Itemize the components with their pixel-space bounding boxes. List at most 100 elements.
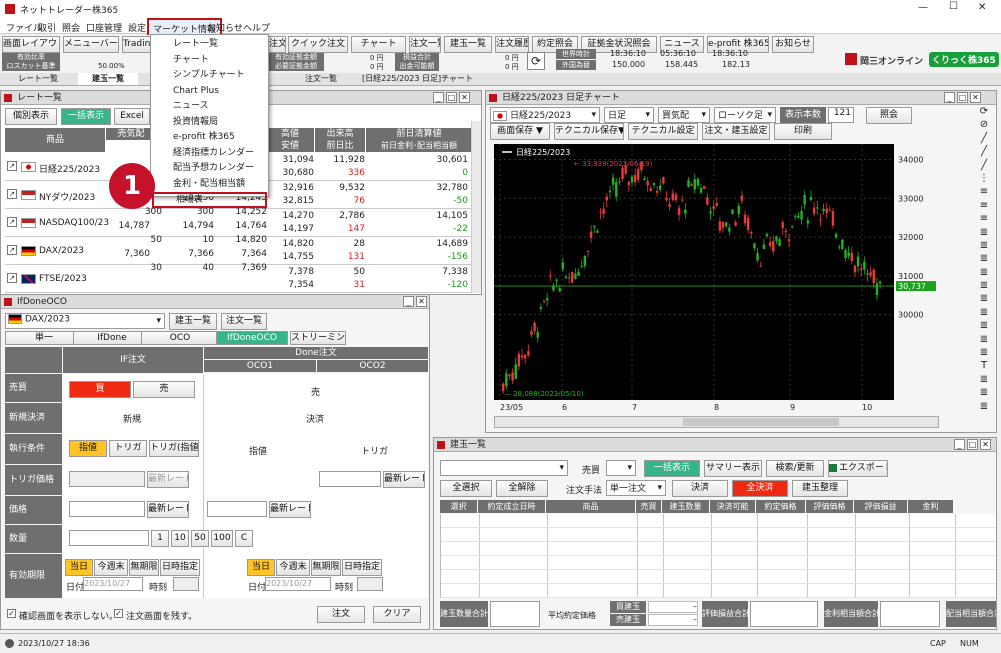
tb-order-list[interactable]: 注文一覧 [409,36,441,53]
pos-header-cell[interactable]: 評価価格 [806,500,853,513]
done-period-infinite[interactable]: 無期限 [311,559,341,576]
menu-market-table[interactable]: 相場表 [152,192,267,208]
pos-header-cell[interactable]: 売買 [636,500,661,513]
chart-scrollbar[interactable] [494,416,939,428]
tab-ifdoneoco[interactable]: IfDoneOCO [216,331,288,345]
fib-icon[interactable]: ≣ [974,333,994,346]
batch-view-button[interactable]: 一括表示 [61,108,111,125]
done-period-date[interactable]: 日時指定 [342,559,382,576]
period-select[interactable]: 日足 ▾ [604,107,654,123]
candle-select[interactable]: ローソク足 ▾ [714,107,776,123]
done-date-input[interactable]: 2023/10/27 [265,577,331,591]
menu-trade[interactable]: 取引 [38,21,56,34]
max-icon[interactable]: □ [967,439,978,450]
settle-button[interactable]: 決済 [672,480,728,497]
sell-toggle[interactable]: 売 [133,381,195,398]
tab-streaming[interactable]: ストリーミング [290,331,346,345]
product-filter-select[interactable]: ▾ [440,460,568,476]
save-screen-button[interactable]: 画面保存 ▼ [490,123,550,140]
buy-toggle[interactable]: 買 [69,381,131,398]
minimize-button[interactable]: — [918,2,928,13]
maximize-button[interactable]: ☐ [949,1,958,12]
summary-button[interactable]: サマリー表示 [704,460,762,477]
chart-mini-icon[interactable]: ↗ [7,161,17,171]
tab-ifdone[interactable]: IfDone [73,331,151,345]
pos-header-cell[interactable]: 金利 [908,500,953,513]
menu-news[interactable]: ニュース [151,99,268,115]
fib-icon[interactable]: ≡ [974,185,994,198]
fib-icon[interactable]: ≡ [974,199,994,212]
cond-limit[interactable]: 指値 [69,440,107,457]
fib-icon[interactable]: ≣ [974,400,994,413]
oco2-trigger-input[interactable] [319,471,381,487]
pos-header-cell[interactable]: 商品 [546,500,635,513]
menu-inquiry[interactable]: 照会 [62,21,80,34]
clear-button[interactable]: クリア [373,606,421,623]
fib-icon[interactable]: ≣ [974,279,994,292]
batch-display-button[interactable]: 一括表示 [644,460,700,477]
refer-button[interactable]: 照会 [866,107,912,124]
if-trigger-latest[interactable]: 最新レート [147,471,189,488]
fib-icon[interactable]: ≣ [974,346,994,359]
tb-order-history[interactable]: 注文履歴 [495,36,529,53]
menu-rate-list[interactable]: レート一覧 [151,37,268,53]
qty-clear[interactable]: C [235,530,253,547]
max-icon[interactable]: □ [446,92,457,103]
price-type-select[interactable]: 買気配 ▾ [658,107,710,123]
print-button[interactable]: 印刷 [774,123,832,140]
min-icon[interactable]: _ [944,92,955,103]
menu-invest-info[interactable]: 投資情報局 [151,115,268,131]
fib-icon[interactable]: ≣ [974,292,994,305]
menu-dividend-calendar[interactable]: 配当予想カレンダー [151,161,268,177]
close-button[interactable]: ✕ [978,2,986,13]
if-trigger-input[interactable] [69,471,145,487]
menubar-button[interactable]: メニューバー▼ [63,36,119,53]
rate-scrollbar[interactable] [471,121,481,293]
chart-mini-icon[interactable]: ↗ [7,189,17,199]
if-period-today[interactable]: 当日 [65,559,93,576]
tb-position-list[interactable]: 建玉一覧 [444,36,492,53]
rate-row[interactable]: ↗ DAX/2023 14,820 14,755 28 131 14,689 -156 50 10… [5,221,472,265]
buysell-select[interactable]: ▾ [606,460,636,476]
pen-icon[interactable]: ╱ [974,145,994,158]
layout-button[interactable]: 画面レイアウト▼ [2,36,60,53]
fib-icon[interactable]: ≣ [974,252,994,265]
product-select[interactable]: DAX/2023 ▾ [5,313,165,329]
close-icon[interactable]: ✕ [970,92,981,103]
qty-100[interactable]: 100 [211,530,233,547]
menu-notice[interactable]: お知らせ [207,21,243,34]
tab-single[interactable]: 単一 [5,331,83,345]
chart-mini-icon[interactable]: ↗ [7,217,17,227]
chart-product-select[interactable]: 日経225/2023 ▾ [490,107,600,123]
max-icon[interactable]: □ [957,92,968,103]
qty-10[interactable]: 10 [171,530,189,547]
confirm-checkbox[interactable]: ✓ [7,609,16,618]
tb-order[interactable]: 注文 [268,36,286,53]
menu-econ-calendar[interactable]: 経済指標カレンダー [151,146,268,162]
scroll-thumb[interactable] [683,418,839,426]
tech-setting-button[interactable]: テクニカル設定 [628,123,698,140]
chart-mini-icon[interactable]: ↗ [7,273,17,283]
submit-order-button[interactable]: 注文 [317,606,365,623]
export-button[interactable]: エクスポート [828,460,888,477]
qty-input[interactable] [69,530,149,546]
if-time-input[interactable] [173,577,199,591]
order-list-button[interactable]: 注文一覧 [221,313,267,330]
trading-button[interactable]: Trading [122,36,152,53]
min-icon[interactable]: _ [403,296,414,307]
pos-header-cell[interactable]: 約定成立日時 [478,500,545,513]
pos-header-cell[interactable]: 選択 [440,500,477,513]
tb-chart[interactable]: チャート [351,36,406,53]
rate-row[interactable]: ↗ FTSE/2023 7,378 7,354 50 31 7,338 -120 30 40 7,3… [5,249,472,293]
fib-icon[interactable]: ≣ [974,306,994,319]
deselect-all-button[interactable]: 全解除 [496,480,548,497]
fib-icon[interactable]: ≣ [974,226,994,239]
cond-trigger-limit[interactable]: トリガ(指値) [149,440,199,457]
cond-trigger[interactable]: トリガ [109,440,147,457]
if-price-input[interactable] [69,501,145,517]
oco1-price-input[interactable] [207,501,267,517]
text-icon[interactable]: T [974,359,994,372]
tb-quick-order[interactable]: クイック注文 [288,36,348,53]
tab-rate[interactable]: レート一覧 [18,73,68,85]
if-period-date[interactable]: 日時指定 [160,559,200,576]
